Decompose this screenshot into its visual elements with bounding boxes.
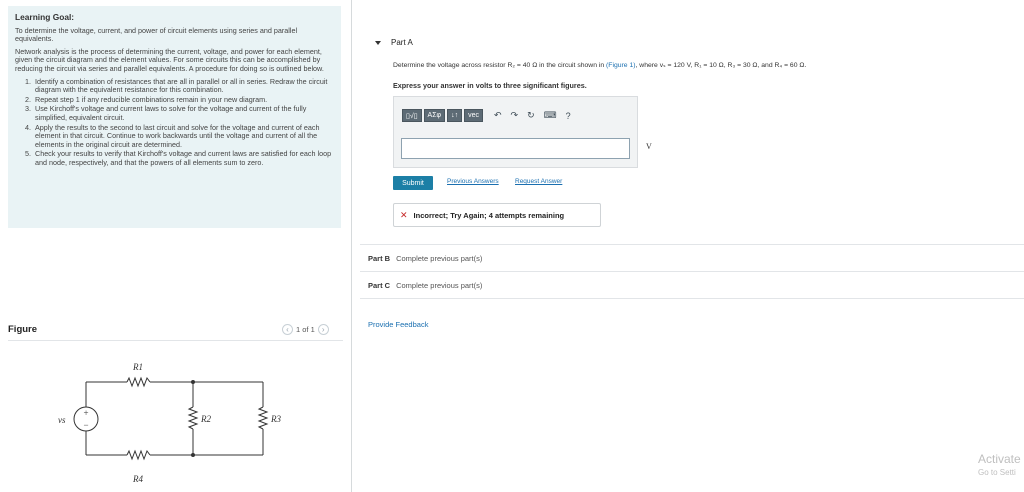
- next-figure-button[interactable]: ›: [317, 324, 329, 335]
- part-separator: [360, 244, 1024, 245]
- r2-label: R2: [200, 414, 211, 424]
- caret-down-icon: [375, 40, 381, 45]
- part-a-toggle[interactable]: Part A: [375, 38, 413, 47]
- part-separator: [360, 298, 1024, 299]
- chevron-right-icon: ›: [321, 324, 325, 334]
- figure-link[interactable]: (Figure 1): [606, 62, 635, 69]
- feedback-text: Incorrect; Try Again; 4 attempts remaini…: [413, 210, 565, 220]
- part-c-label: Part C: [368, 281, 391, 290]
- feedback-message: ✕ Incorrect; Try Again; 4 attempts remai…: [393, 203, 601, 227]
- arrows-button[interactable]: ↓↑: [447, 109, 463, 122]
- plus-sign: +: [83, 408, 88, 418]
- unit-label: V: [646, 142, 652, 151]
- request-answer-link[interactable]: Request Answer: [515, 178, 562, 185]
- activation-watermark: Activate Go to Setti: [978, 452, 1021, 477]
- figure-page-count: 1 of 1: [296, 325, 315, 334]
- help-icon[interactable]: ?: [566, 111, 571, 121]
- procedure-steps: Identify a combination of resistances th…: [15, 77, 333, 168]
- answer-input[interactable]: [401, 138, 630, 159]
- part-b-label: Part B: [368, 254, 391, 263]
- previous-answers-link[interactable]: Previous Answers: [447, 178, 499, 185]
- x-mark-icon: ✕: [400, 209, 408, 220]
- learning-goal-objective: To determine the voltage, current, and p…: [15, 25, 298, 44]
- watermark-line2: Go to Setti: [978, 468, 1016, 477]
- procedure-step: Use Kirchoff's voltage and current laws …: [33, 104, 333, 122]
- learning-goal-intro: Network analysis is the process of deter…: [15, 46, 324, 73]
- vs-label: vs: [58, 415, 66, 425]
- watermark-line1: Activate: [978, 452, 1021, 466]
- question-suffix: , where vₛ = 120 V, R₁ = 10 Ω, R₃ = 30 Ω…: [635, 62, 807, 69]
- procedure-step: Check your results to verify that Kircho…: [33, 149, 333, 167]
- part-b-row[interactable]: Part B Complete previous part(s): [368, 254, 482, 263]
- figure-divider: [8, 340, 343, 341]
- vector-button[interactable]: vec: [464, 109, 483, 122]
- r1-label: R1: [132, 362, 143, 372]
- templates-button[interactable]: ▯√▯: [402, 109, 422, 122]
- part-separator: [360, 271, 1024, 272]
- learning-goal-panel: Learning Goal: To determine the voltage,…: [8, 6, 341, 228]
- provide-feedback-link[interactable]: Provide Feedback: [368, 320, 428, 329]
- answer-instruction: Express your answer in volts to three si…: [393, 81, 587, 90]
- learning-goal-title: Learning Goal:: [15, 12, 75, 22]
- procedure-step: Apply the results to the second to last …: [33, 123, 333, 150]
- minus-sign: −: [83, 420, 88, 430]
- question-text: Determine the voltage across resistor R₂…: [393, 61, 806, 69]
- procedure-step: Identify a combination of resistances th…: [33, 77, 333, 95]
- part-c-status: Complete previous part(s): [396, 281, 483, 290]
- submit-button[interactable]: Submit: [393, 176, 433, 190]
- circuit-diagram: + − R1 R4 R2 R3 vs: [58, 362, 281, 484]
- procedure-step: Repeat step 1 if any reducible combinati…: [33, 95, 333, 105]
- figure-pager: ‹ 1 of 1 ›: [282, 324, 329, 335]
- reset-icon[interactable]: ↻: [527, 110, 535, 121]
- math-toolbar: ▯√▯ ΑΣφ ↓↑ vec ↶ ↷ ↻ ⌨ ?: [402, 109, 571, 122]
- chevron-left-icon: ‹: [286, 324, 289, 334]
- r4-label: R4: [132, 474, 143, 484]
- answer-editor: ▯√▯ ΑΣφ ↓↑ vec ↶ ↷ ↻ ⌨ ?: [393, 96, 638, 168]
- redo-icon[interactable]: ↷: [511, 110, 519, 121]
- undo-icon[interactable]: ↶: [494, 110, 502, 121]
- prev-figure-button[interactable]: ‹: [282, 324, 293, 335]
- part-a-title: Part A: [391, 38, 413, 47]
- question-prefix: Determine the voltage across resistor R₂…: [393, 62, 605, 69]
- part-b-status: Complete previous part(s): [396, 254, 483, 263]
- greek-symbols-button[interactable]: ΑΣφ: [423, 109, 446, 122]
- keyboard-icon[interactable]: ⌨: [544, 110, 557, 121]
- figure-title: Figure: [8, 324, 38, 335]
- panel-divider: [351, 0, 352, 492]
- r3-label: R3: [270, 414, 281, 424]
- part-c-row[interactable]: Part C Complete previous part(s): [368, 281, 482, 290]
